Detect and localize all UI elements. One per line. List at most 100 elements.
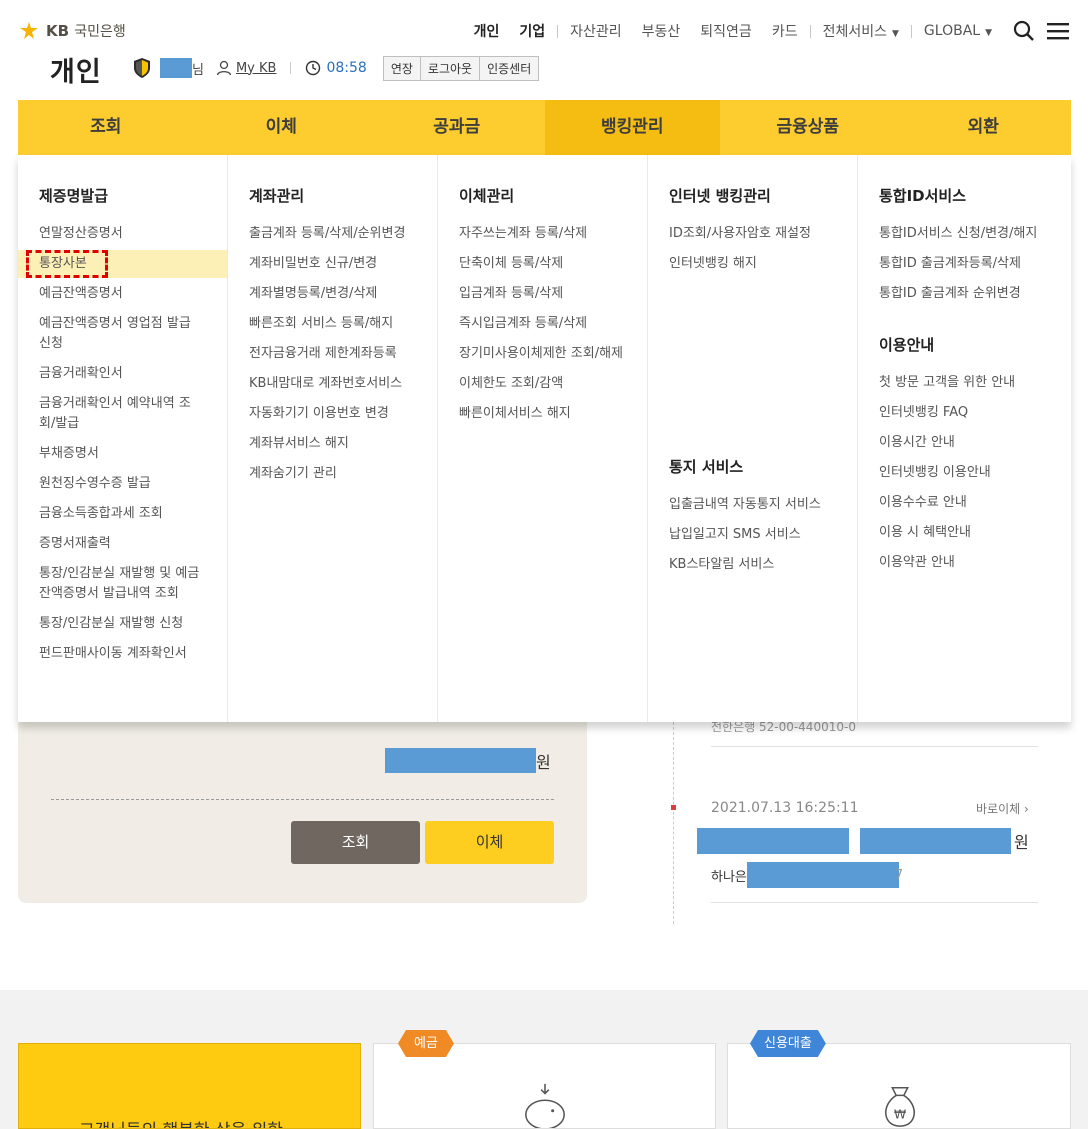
menu-item[interactable]: ID조회/사용자암호 재설정 bbox=[648, 220, 857, 248]
menu-item[interactable]: 빠른조회 서비스 등록/해지 bbox=[228, 310, 437, 338]
hamburger-menu-icon[interactable] bbox=[1046, 19, 1070, 43]
menu-item[interactable]: 인터넷뱅킹 해지 bbox=[648, 250, 857, 278]
nav-pension[interactable]: 퇴직연금 bbox=[690, 21, 762, 41]
money-bag-icon: ₩ bbox=[885, 1086, 915, 1127]
logo-text: KB 국민은행 bbox=[46, 22, 126, 40]
menu-list: ID조회/사용자암호 재설정 인터넷뱅킹 해지 bbox=[648, 220, 857, 278]
menu-item[interactable]: 금융거래확인서 예약내역 조 회/발급 bbox=[18, 390, 227, 438]
menu-item[interactable]: 금융소득종합과세 조회 bbox=[18, 500, 227, 528]
menu-list: 출금계좌 등록/삭제/순위변경 계좌비밀번호 신규/변경 계좌별명등록/변경/삭… bbox=[228, 220, 437, 488]
menu-item[interactable]: KB스타알림 서비스 bbox=[648, 551, 857, 579]
gnb-banking-management[interactable]: 뱅킹관리 bbox=[544, 100, 720, 155]
nav-asset[interactable]: 자산관리 bbox=[560, 21, 632, 41]
menu-column-integrated-id: 통합ID서비스 통합ID서비스 신청/변경/해지 통합ID 출금계좌등록/삭제 … bbox=[858, 155, 1071, 722]
menu-item[interactable]: 계좌숨기기 관리 bbox=[228, 460, 437, 488]
menu-item-bankbook-copy[interactable]: 통장사본 bbox=[18, 250, 227, 278]
menu-item[interactable]: 부채증명서 bbox=[18, 440, 227, 468]
gnb-financial-products[interactable]: 금융상품 bbox=[720, 100, 896, 155]
highlight-dashed-box bbox=[26, 250, 108, 278]
menu-heading: 이체관리 bbox=[459, 187, 515, 205]
menu-item[interactable]: 자동화기기 이용번호 변경 bbox=[228, 400, 437, 428]
menu-item[interactable]: 단축이체 등록/삭제 bbox=[438, 250, 647, 278]
menu-item[interactable]: 원천징수영수증 발급 bbox=[18, 470, 227, 498]
query-button[interactable]: 조회 bbox=[291, 821, 420, 864]
menu-item[interactable]: 계좌별명등록/변경/삭제 bbox=[228, 280, 437, 308]
menu-item[interactable]: 이용약관 안내 bbox=[858, 549, 1071, 577]
gnb-inquiry[interactable]: 조회 bbox=[18, 100, 194, 155]
menu-item[interactable]: 증명서재출력 bbox=[18, 530, 227, 558]
divider bbox=[910, 24, 912, 38]
session-button-group: 연장 로그아웃 인증센터 bbox=[382, 55, 540, 81]
menu-item[interactable]: KB내맘대로 계좌번호서비스 bbox=[228, 370, 437, 398]
svg-text:₩: ₩ bbox=[894, 1106, 906, 1121]
menu-item[interactable]: 입금계좌 등록/삭제 bbox=[438, 280, 647, 308]
nav-card[interactable]: 카드 bbox=[762, 21, 808, 41]
menu-item[interactable]: 통합ID서비스 신청/변경/해지 bbox=[858, 220, 1071, 248]
masked-balance bbox=[385, 748, 536, 773]
divider bbox=[711, 902, 1038, 903]
extend-button[interactable]: 연장 bbox=[384, 56, 421, 80]
nav-personal[interactable]: 개인 bbox=[464, 21, 510, 41]
menu-item[interactable]: 납입일고지 SMS 서비스 bbox=[648, 521, 857, 549]
menu-column-internet-banking: 인터넷 뱅킹관리 ID조회/사용자암호 재설정 인터넷뱅킹 해지 통지 서비스 … bbox=[648, 155, 858, 722]
menu-item[interactable]: 장기미사용이체제한 조회/해제 bbox=[438, 340, 647, 368]
menu-item[interactable]: 인터넷뱅킹 FAQ bbox=[858, 399, 1071, 427]
menu-heading: 제증명발급 bbox=[39, 187, 109, 205]
nav-corporate[interactable]: 기업 bbox=[509, 21, 555, 41]
piggy-bank-icon bbox=[525, 1083, 565, 1128]
menu-item[interactable]: 통장/인감분실 재발행 신청 bbox=[18, 610, 227, 638]
masked-amount bbox=[860, 828, 1011, 854]
gnb-transfer[interactable]: 이체 bbox=[194, 100, 370, 155]
menu-item[interactable]: 통장/인감분실 재발행 및 예금 잔액증명서 발급내역 조회 bbox=[18, 560, 227, 608]
promo-banner[interactable]: 고객님들의 행복한 삶을 위한 bbox=[18, 1043, 361, 1129]
gnb-utility[interactable]: 공과금 bbox=[369, 100, 545, 155]
masked-recipient bbox=[697, 828, 849, 854]
search-icon[interactable] bbox=[1012, 19, 1036, 43]
menu-item[interactable]: 이체한도 조회/감액 bbox=[438, 370, 647, 398]
menu-item[interactable]: 인터넷뱅킹 이용안내 bbox=[858, 459, 1071, 487]
caret-down-icon: ▼ bbox=[892, 29, 899, 39]
mykb-label: My KB bbox=[235, 60, 277, 76]
kb-star-icon bbox=[20, 22, 38, 39]
nav-all-services-label: 전체서비스 bbox=[822, 24, 887, 40]
nav-global[interactable]: GLOBAL ▼ bbox=[914, 23, 1002, 39]
menu-item[interactable]: 예금잔액증명서 영업점 발급 신청 bbox=[18, 310, 227, 358]
menu-item[interactable]: 금융거래확인서 bbox=[18, 360, 227, 388]
menu-item[interactable]: 펀드판매사이동 계좌확인서 bbox=[18, 640, 227, 668]
menu-item[interactable]: 연말정산증명서 bbox=[18, 220, 227, 248]
clock-icon bbox=[306, 60, 321, 76]
gnb-foreign-exchange[interactable]: 외환 bbox=[896, 100, 1072, 155]
menu-item[interactable]: 빠른이체서비스 해지 bbox=[438, 400, 647, 428]
menu-item[interactable]: 입출금내역 자동통지 서비스 bbox=[648, 491, 857, 519]
menu-item[interactable]: 통합ID 출금계좌 순위변경 bbox=[858, 280, 1071, 308]
menu-item[interactable]: 통합ID 출금계좌등록/삭제 bbox=[858, 250, 1071, 278]
menu-item[interactable]: 예금잔액증명서 bbox=[18, 280, 227, 308]
history-timeline bbox=[673, 722, 674, 924]
cert-center-button[interactable]: 인증센터 bbox=[480, 57, 538, 80]
menu-item[interactable]: 계좌뷰서비스 해지 bbox=[228, 430, 437, 458]
menu-item[interactable]: 전자금융거래 제한계좌등록 bbox=[228, 340, 437, 368]
nav-realestate[interactable]: 부동산 bbox=[632, 21, 691, 41]
menu-list: 자주쓰는계좌 등록/삭제 단축이체 등록/삭제 입금계좌 등록/삭제 즉시입금계… bbox=[438, 220, 647, 428]
transfer-button[interactable]: 이체 bbox=[425, 821, 554, 864]
mykb-link[interactable]: My KB bbox=[216, 60, 277, 76]
divider bbox=[51, 799, 554, 800]
menu-list: 통합ID서비스 신청/변경/해지 통합ID 출금계좌등록/삭제 통합ID 출금계… bbox=[858, 220, 1071, 308]
nav-global-label: GLOBAL bbox=[923, 23, 981, 39]
caret-down-icon: ▼ bbox=[985, 28, 992, 38]
nav-all-services[interactable]: 전체서비스 ▼ bbox=[813, 21, 909, 41]
history-datetime: 2021.07.13 16:25:11 bbox=[711, 800, 859, 816]
mega-menu: 제증명발급 연말정산증명서 통장사본 예금잔액증명서 예금잔액증명서 영업점 발… bbox=[18, 155, 1071, 722]
menu-item[interactable]: 출금계좌 등록/삭제/순위변경 bbox=[228, 220, 437, 248]
menu-item[interactable]: 자주쓰는계좌 등록/삭제 bbox=[438, 220, 647, 248]
menu-item[interactable]: 이용 시 혜택안내 bbox=[858, 519, 1071, 547]
menu-item[interactable]: 이용시간 안내 bbox=[858, 429, 1071, 457]
logout-button[interactable]: 로그아웃 bbox=[421, 56, 481, 80]
menu-item[interactable]: 즉시입금계좌 등록/삭제 bbox=[438, 310, 647, 338]
quick-transfer-link[interactable]: 바로이체 › bbox=[976, 800, 1029, 817]
menu-item[interactable]: 이용수수료 안내 bbox=[858, 489, 1071, 517]
kb-logo[interactable]: KB 국민은행 bbox=[18, 20, 126, 42]
menu-item[interactable]: 계좌비밀번호 신규/변경 bbox=[228, 250, 437, 278]
top-navigation: 개인 기업 자산관리 부동산 퇴직연금 카드 전체서비스 ▼ GLOBAL ▼ bbox=[464, 18, 1070, 44]
menu-item[interactable]: 첫 방문 고객을 위한 안내 bbox=[858, 369, 1071, 397]
